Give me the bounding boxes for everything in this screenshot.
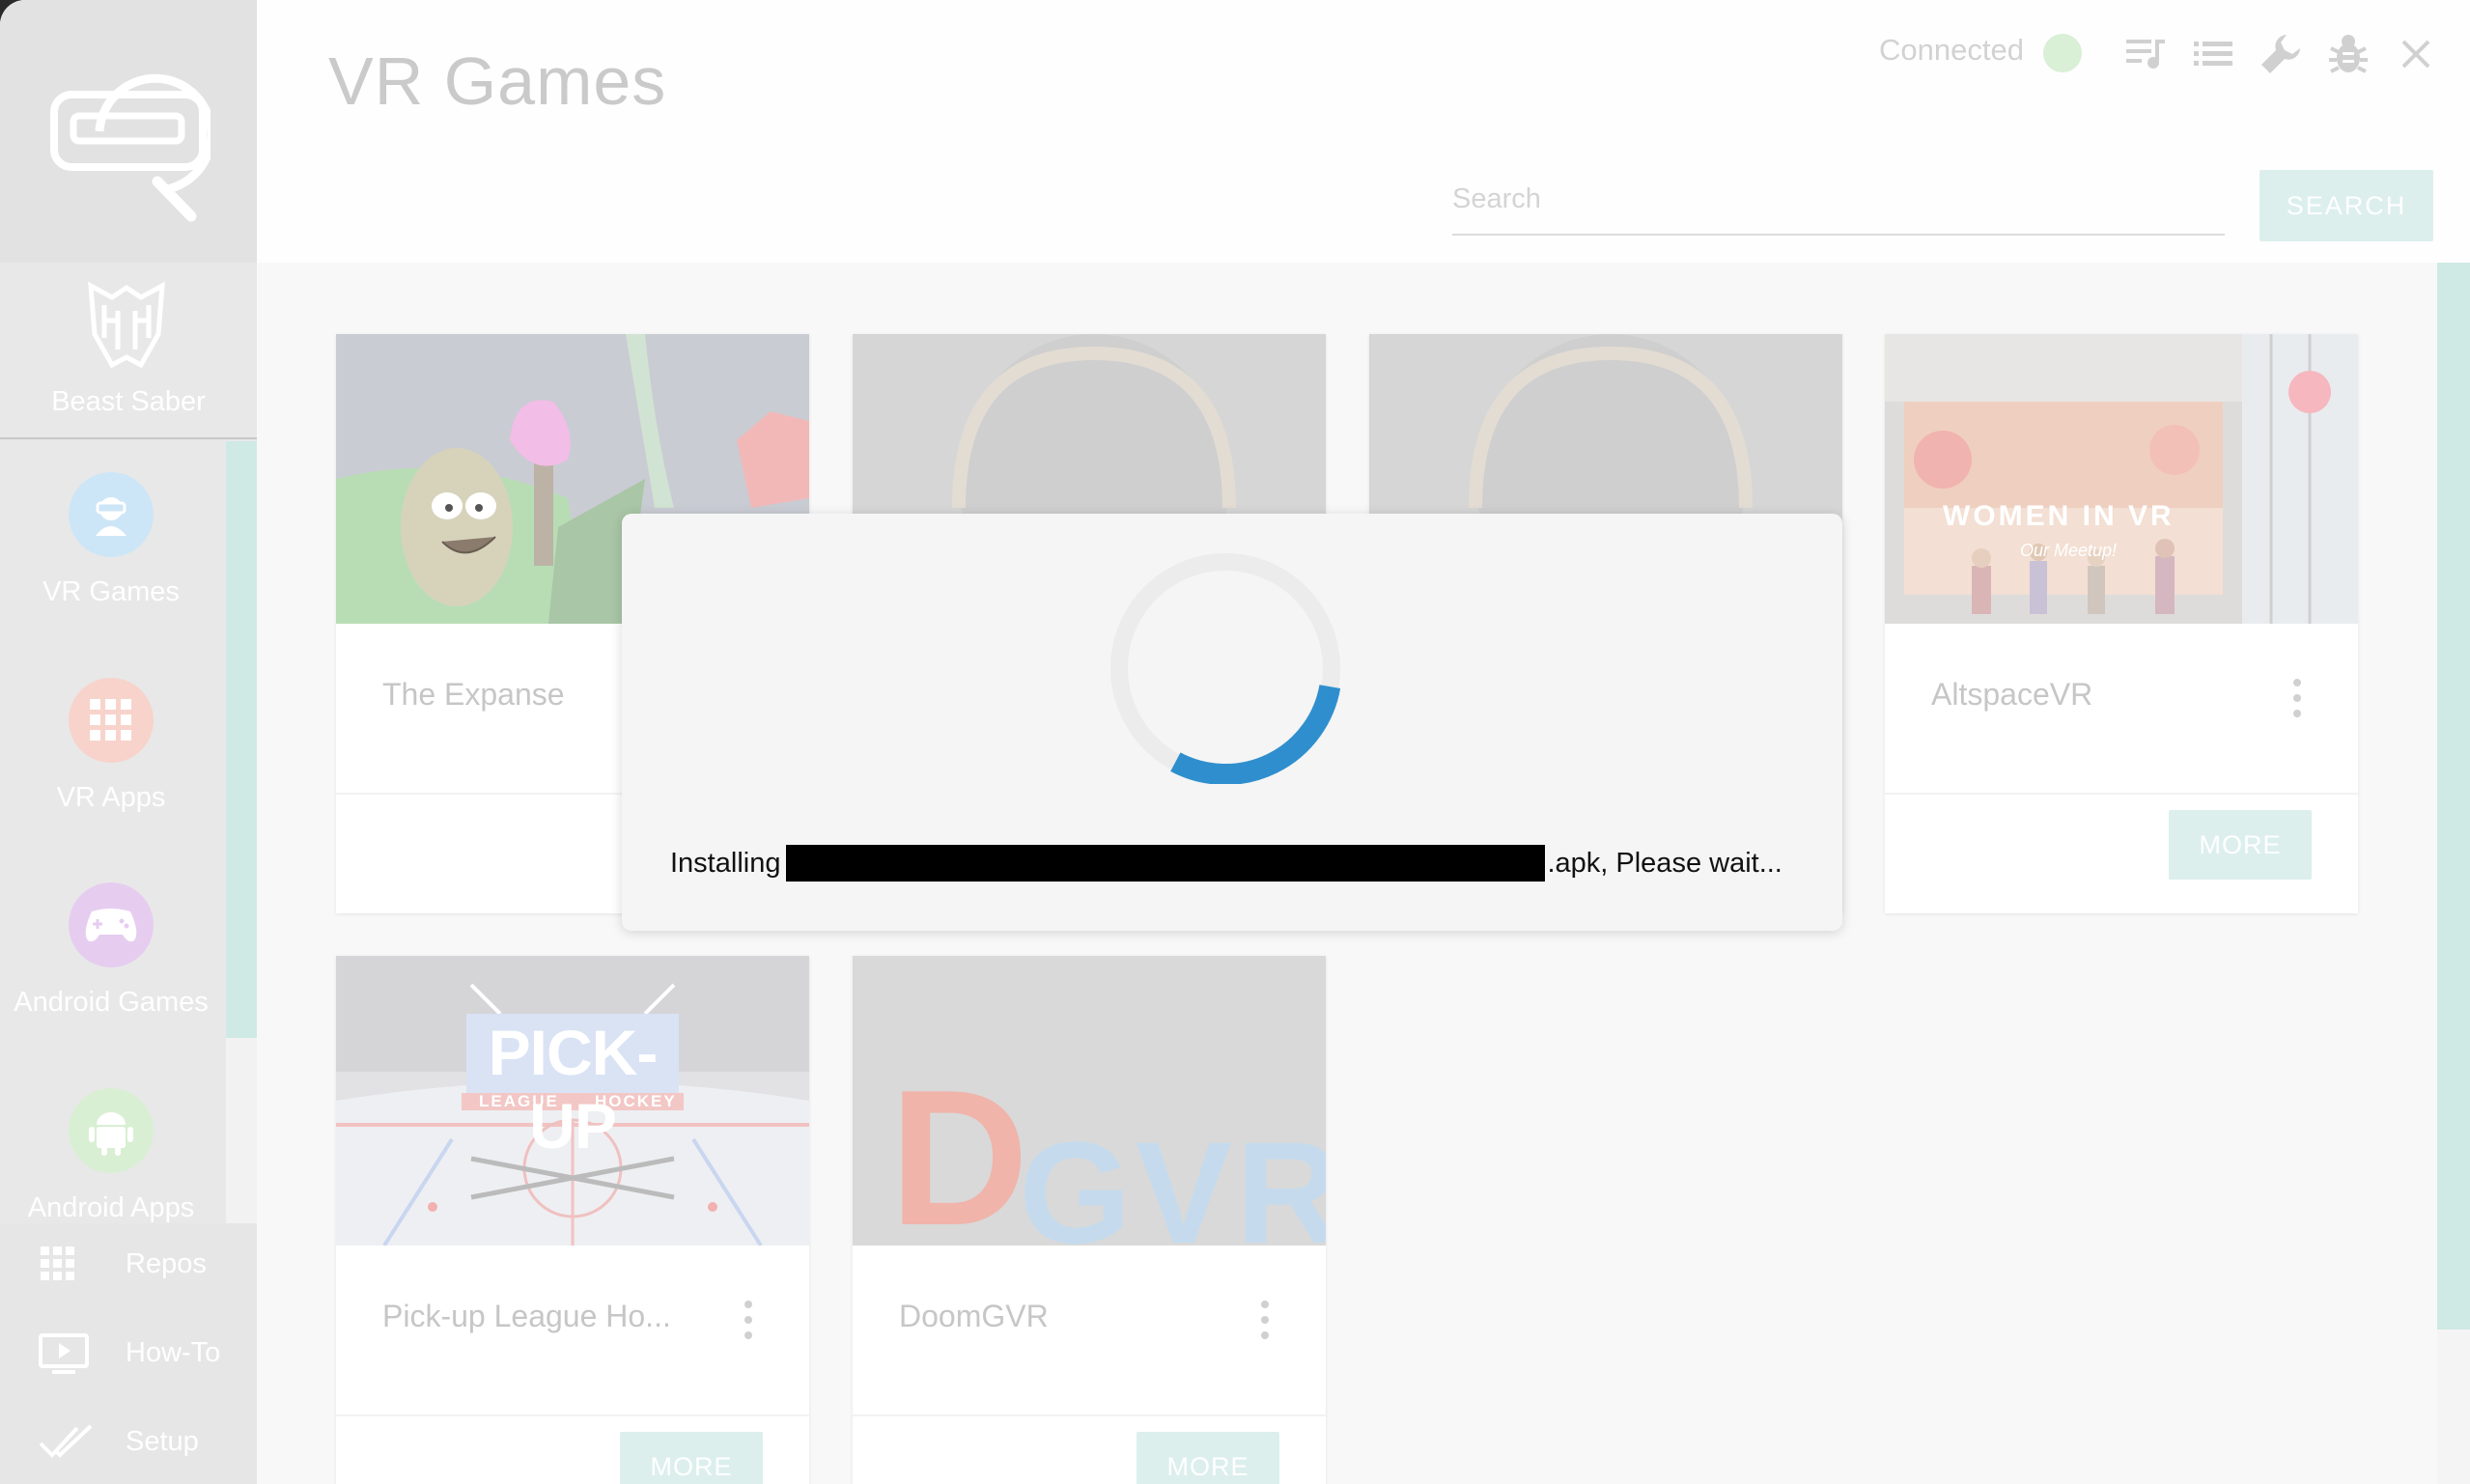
pickup-logo-league: LEAGUE [479,1092,559,1110]
sidebar: Beast Saber VR Games VR Apps Android Gam… [0,0,257,1484]
game-card[interactable]: PICK-UP LEAGUE HOCKEY Pick-up League Ho.… [336,956,809,1484]
wrench-icon[interactable] [2259,33,2302,75]
install-dialog: Installing .apk, Please wait... [622,514,1842,931]
close-icon[interactable] [2395,33,2437,75]
install-prefix: Installing [670,847,781,879]
install-suffix: .apk, Please wait... [1547,847,1782,879]
game-title: AltspaceVR [1931,677,2093,712]
beast-saber-icon [88,281,165,369]
game-card[interactable]: D GVR DoomGVR MORE [853,956,1326,1484]
sidebar-item-android-games[interactable]: Android Games [0,852,226,1045]
card-divider [853,1414,1326,1416]
sidebar-item-label: Repos [126,1248,207,1279]
sidebar-item-label: Android Apps [27,1192,195,1223]
sidebar-item-label: VR Games [42,576,180,607]
redacted-filename [786,845,1546,882]
app-window: Beast Saber VR Games VR Apps Android Gam… [0,0,2470,1484]
sidebar-item-setup[interactable]: Setup [0,1401,257,1484]
bug-icon[interactable] [2327,33,2370,75]
altspace-banner-text: WOMEN IN VR [1943,500,2175,532]
main-scrollbar-thumb[interactable] [2437,263,2470,1330]
sidebar-nav: VR Games VR Apps Android Games Android A… [0,441,226,1223]
connection-indicator [2043,34,2082,72]
pickup-logo-text: PICK-UP [488,1017,659,1162]
game-thumbnail: D GVR [853,956,1326,1246]
doom-logo-d: D [889,1050,1029,1246]
game-title: DoomGVR [899,1299,1049,1333]
search-button[interactable]: SEARCH [2259,170,2433,241]
sidebar-bottom-nav: Repos How-To Setup [0,1223,257,1484]
game-title: Pick-up League Ho... [382,1299,671,1333]
beast-saber-item[interactable]: Beast Saber [0,263,257,439]
more-button[interactable]: MORE [2169,810,2312,880]
beast-saber-label: Beast Saber [51,386,206,417]
card-divider [1885,793,2358,795]
game-thumbnail: WOMEN IN VR Our Meetup! [1885,334,2358,624]
tv-play-icon [39,1333,89,1374]
sidebar-item-android-apps[interactable]: Android Apps [0,1057,226,1223]
android-icon [69,1088,154,1173]
app-logo[interactable] [0,0,257,263]
connection-status: Connected [1879,33,2024,67]
sidebar-item-repos[interactable]: Repos [0,1223,257,1310]
vr-person-icon [69,472,154,557]
more-vert-icon[interactable] [2283,674,2312,722]
vr-headset-search-icon [50,73,211,222]
header: VR Games Connected Search SEARCH [257,0,2470,263]
queue-icon[interactable] [2124,33,2167,75]
more-vert-icon[interactable] [734,1296,763,1344]
page-title: VR Games [328,43,667,119]
install-message: Installing .apk, Please wait... [670,845,1782,882]
game-thumbnail: PICK-UP LEAGUE HOCKEY [336,956,809,1246]
sidebar-item-label: VR Apps [56,782,166,813]
list-icon[interactable] [2192,33,2234,75]
search-input[interactable] [1452,164,2225,236]
sidebar-item-vr-games[interactable]: VR Games [0,441,226,634]
sidebar-item-vr-apps[interactable]: VR Apps [0,647,226,840]
altspace-banner-sub: Our Meetup! [2020,541,2118,560]
card-divider [336,1414,809,1416]
sidebar-item-how-to[interactable]: How-To [0,1312,257,1399]
gamepad-icon [69,882,154,967]
doom-logo-gvr: GVR [1019,1111,1326,1246]
pickup-logo-hockey: HOCKEY [595,1092,677,1110]
main-scrollbar-track[interactable] [2437,1330,2470,1484]
grid-icon [69,678,154,763]
more-button[interactable]: MORE [620,1432,763,1484]
sidebar-item-label: Setup [126,1426,199,1457]
apps-grid-icon [41,1246,74,1280]
sidebar-item-label: Android Games [14,987,209,1018]
loading-spinner [1110,553,1341,784]
sidebar-scrollbar-thumb[interactable] [226,441,257,1038]
game-card[interactable]: WOMEN IN VR Our Meetup! AltspaceVR MORE [1885,334,2358,913]
more-vert-icon[interactable] [1250,1296,1279,1344]
double-check-icon [39,1424,93,1458]
more-button[interactable]: MORE [1137,1432,1279,1484]
sidebar-item-label: How-To [126,1337,221,1368]
